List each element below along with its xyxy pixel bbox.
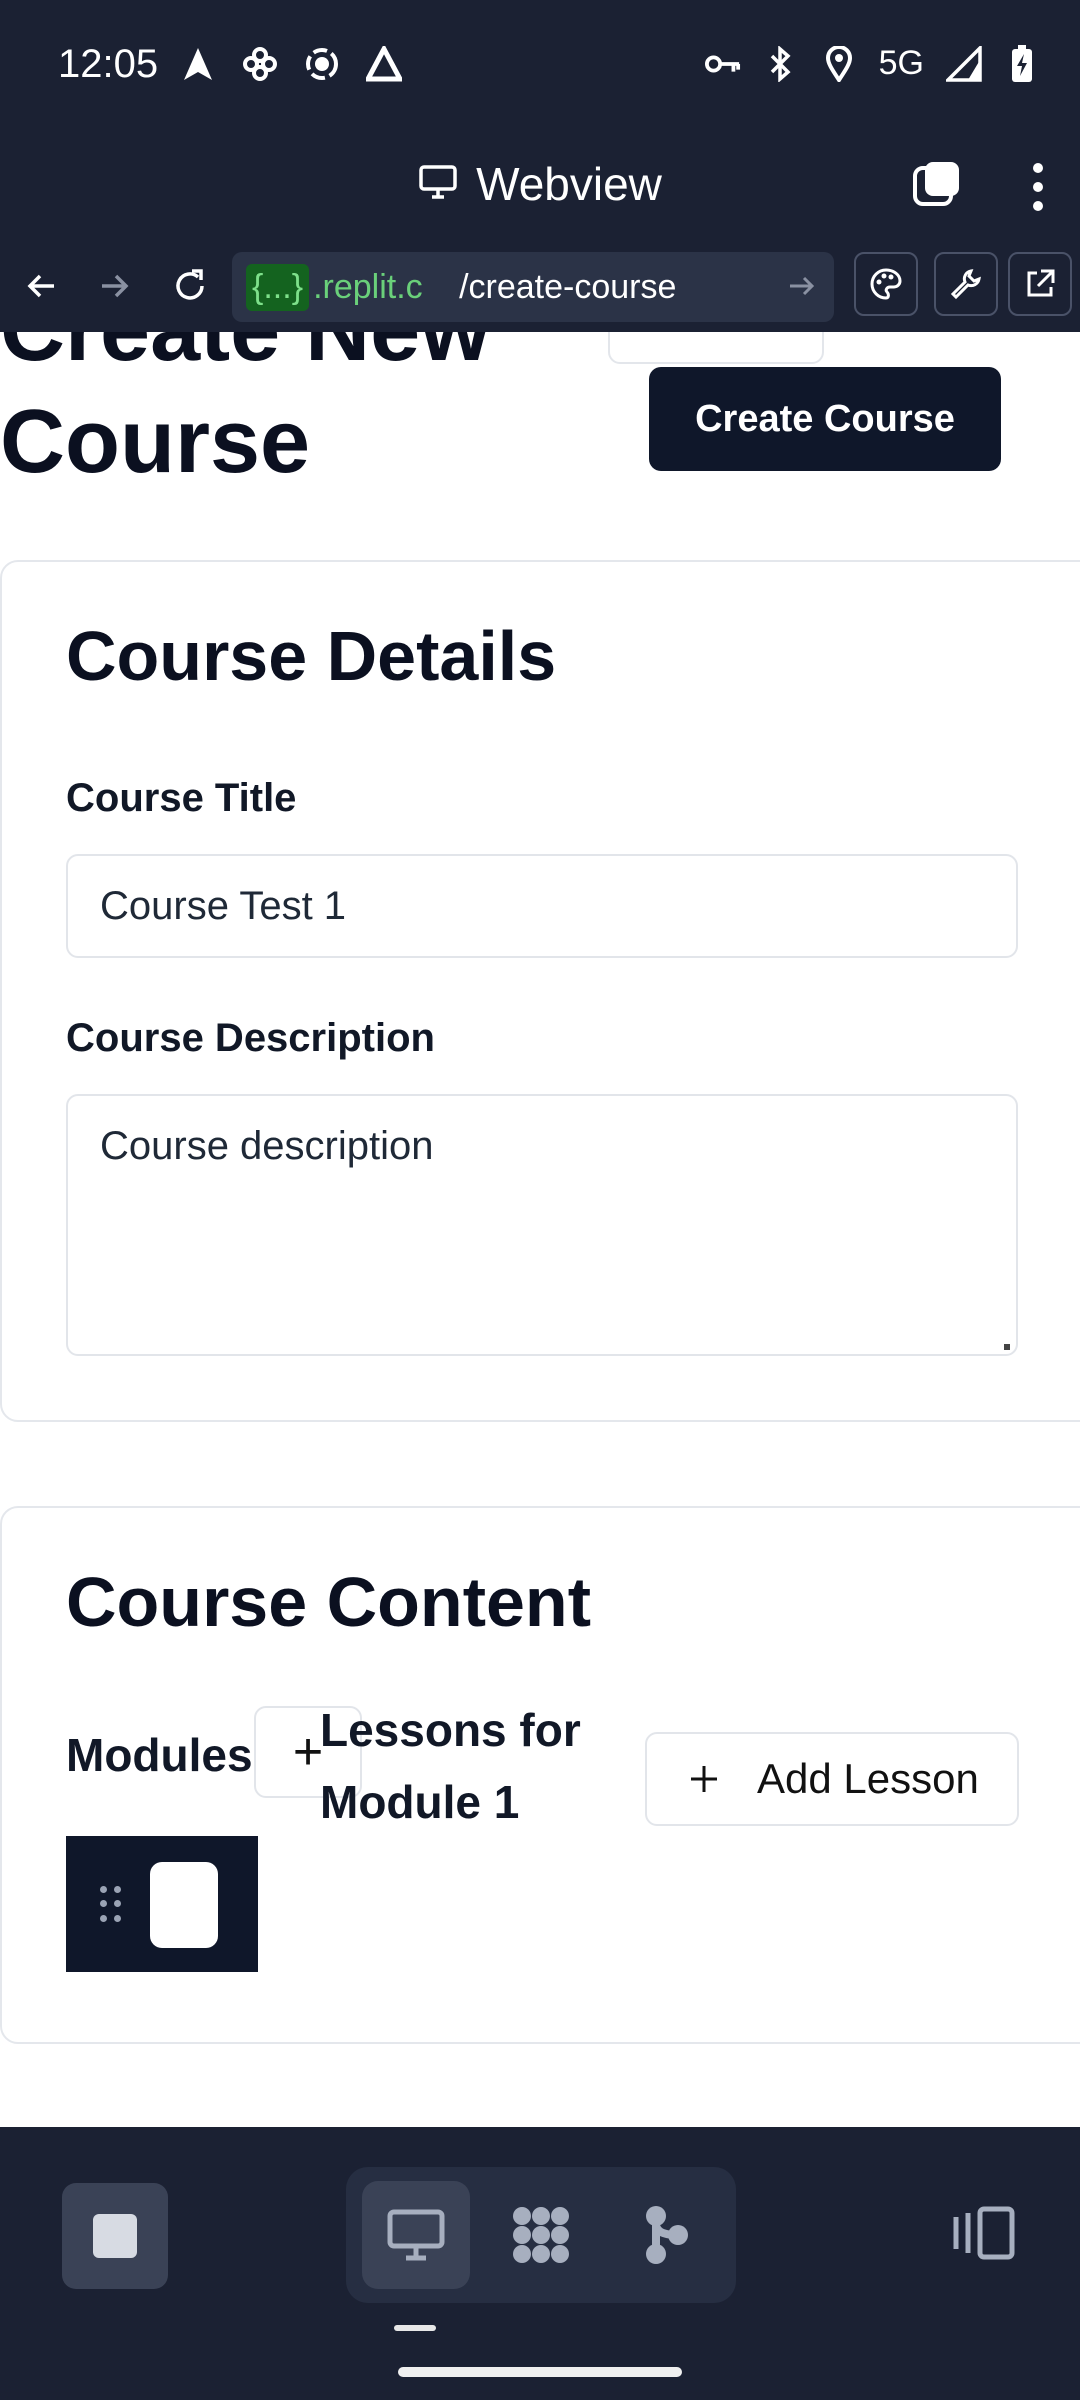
git-view-button[interactable] bbox=[612, 2181, 720, 2289]
status-bar: 12:05 5G bbox=[0, 0, 1080, 135]
system-navigation-area bbox=[0, 2337, 1080, 2400]
url-go-icon[interactable] bbox=[784, 268, 820, 304]
location-icon bbox=[821, 45, 857, 82]
plus-icon bbox=[691, 1766, 717, 1792]
network-type-label: 5G bbox=[878, 44, 924, 82]
back-button[interactable] bbox=[14, 258, 70, 314]
webview-header: Webview bbox=[0, 135, 1080, 240]
stop-icon bbox=[93, 2214, 137, 2258]
course-description-label: Course Description bbox=[66, 1016, 435, 1060]
navigation-arrow-icon bbox=[180, 46, 216, 82]
device-preview-button[interactable] bbox=[950, 2205, 1016, 2261]
replit-bottom-toolbar bbox=[0, 2127, 1080, 2337]
theme-palette-button[interactable] bbox=[854, 252, 918, 316]
course-title-input[interactable]: Course Test 1 bbox=[66, 854, 1018, 958]
resize-handle-icon[interactable] bbox=[1004, 1344, 1010, 1350]
home-gesture-handle[interactable] bbox=[398, 2367, 682, 2377]
toolbar-indicator bbox=[394, 2325, 436, 2331]
lessons-label: Lessons for Module 1 bbox=[320, 1704, 581, 1828]
course-title-label: Course Title bbox=[66, 776, 297, 820]
reload-icon bbox=[176, 269, 204, 300]
palette-icon bbox=[870, 268, 902, 300]
devtools-button[interactable] bbox=[934, 252, 998, 316]
course-description-textarea[interactable]: Course description bbox=[66, 1094, 1018, 1356]
monitor-icon bbox=[387, 2209, 445, 2261]
battery-charging-icon bbox=[1004, 44, 1040, 82]
agent-view-button[interactable] bbox=[487, 2181, 595, 2289]
add-lesson-button[interactable]: Add Lesson bbox=[645, 1732, 1019, 1826]
bluetooth-icon bbox=[763, 45, 799, 82]
view-switcher bbox=[346, 2167, 736, 2303]
device-frame-icon bbox=[953, 2206, 1015, 2260]
course-content-title: Course Content bbox=[66, 1563, 591, 1641]
arch-app-icon bbox=[366, 46, 402, 82]
plus-icon: + bbox=[292, 1723, 324, 1781]
page-title: Create New Course bbox=[0, 332, 490, 492]
forward-button[interactable] bbox=[86, 258, 142, 314]
open-external-button[interactable] bbox=[1008, 252, 1072, 316]
add-lesson-label: Add Lesson bbox=[757, 1755, 979, 1802]
url-prefix-badge: {...} bbox=[246, 263, 310, 311]
course-content-card: Course Content Modules + Lessons for Mod… bbox=[0, 1506, 1080, 2044]
course-details-title: Course Details bbox=[66, 617, 557, 695]
tabs-button[interactable] bbox=[912, 159, 962, 209]
course-details-card: Course Details Course Title Course Test … bbox=[0, 560, 1080, 1422]
reload-button[interactable] bbox=[162, 258, 218, 314]
webview-page: Create New Course Create Course Course D… bbox=[0, 332, 1080, 2127]
vpn-key-icon bbox=[704, 46, 741, 82]
arrow-left-icon bbox=[27, 274, 54, 298]
more-vert-icon bbox=[1033, 163, 1043, 173]
external-link-icon bbox=[1027, 269, 1055, 297]
webview-title: Webview bbox=[476, 158, 662, 210]
status-notification-icons bbox=[180, 46, 402, 82]
url-path: /create-course bbox=[459, 267, 677, 306]
wrench-icon bbox=[950, 269, 981, 300]
webview-view-button[interactable] bbox=[362, 2181, 470, 2289]
modules-label: Modules bbox=[66, 1729, 253, 1781]
course-title-value: Course Test 1 bbox=[100, 883, 347, 928]
more-options-button[interactable] bbox=[1018, 159, 1058, 215]
drag-handle-icon[interactable] bbox=[100, 1886, 122, 1924]
url-input[interactable]: {...} .replit.c /create-course bbox=[232, 252, 834, 322]
monitor-icon bbox=[418, 157, 458, 211]
module-selector[interactable] bbox=[150, 1862, 218, 1948]
arrow-right-icon bbox=[102, 274, 129, 298]
fan-icon bbox=[242, 46, 278, 82]
status-time: 12:05 bbox=[58, 42, 159, 86]
agent-dots-icon bbox=[513, 2207, 569, 2263]
status-system-icons: 5G bbox=[704, 44, 1040, 83]
create-course-button[interactable]: Create Course bbox=[649, 367, 1001, 471]
course-description-placeholder: Course description bbox=[100, 1124, 434, 1168]
record-icon bbox=[304, 46, 340, 82]
url-host: .replit.c bbox=[313, 267, 423, 306]
branch-icon bbox=[646, 2206, 688, 2264]
signal-icon bbox=[946, 45, 982, 82]
secondary-header-button[interactable] bbox=[608, 332, 824, 364]
module-item[interactable] bbox=[66, 1836, 258, 1972]
url-toolbar: {...} .replit.c /create-course bbox=[0, 240, 1080, 332]
stop-button[interactable] bbox=[62, 2183, 168, 2289]
